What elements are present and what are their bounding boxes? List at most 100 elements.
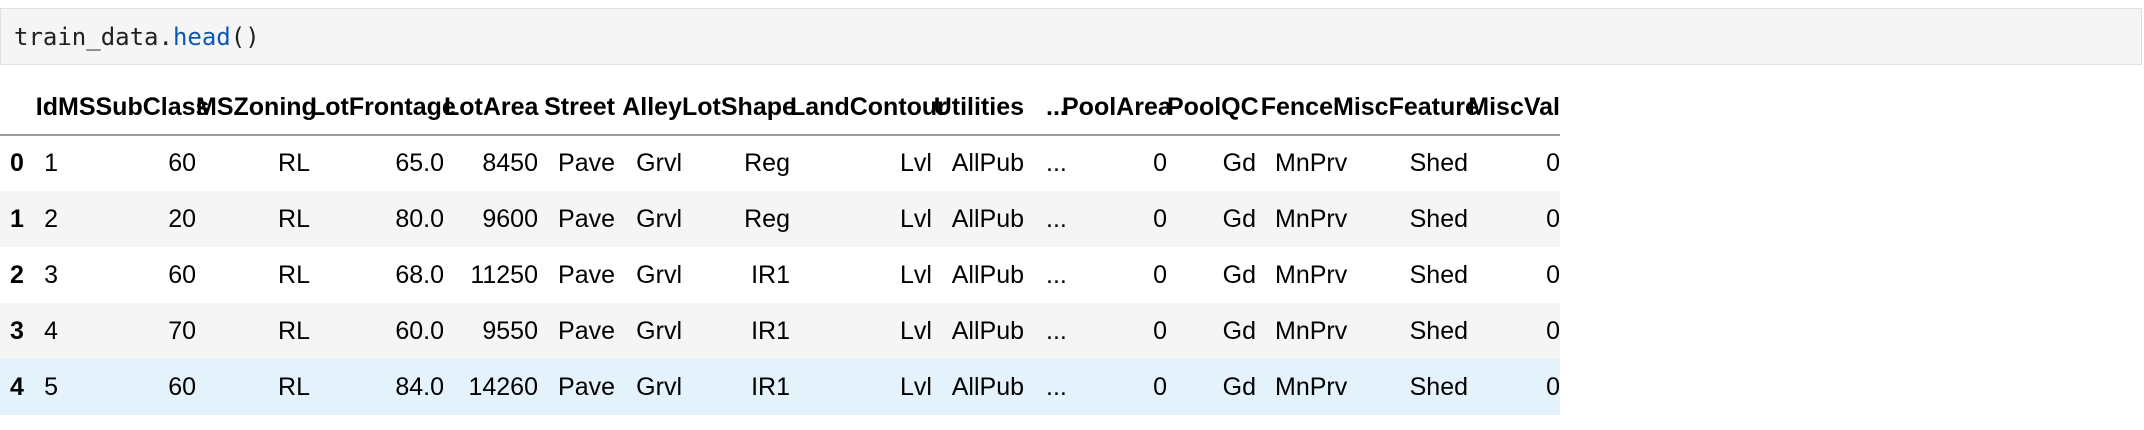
table-row: 0 1 60 RL 65.0 8450 Pave Grvl Reg Lvl AllPub... 0 Gd… <box>0 135 1560 191</box>
dataframe-table: Id MSSubClass MSZoning LotFrontage LotArea St… <box>0 80 1560 415</box>
table-cell: ... <box>1046 149 1067 177</box>
table-cell: RL <box>278 372 310 401</box>
table-cell: Lvl <box>900 204 932 233</box>
table-cell: 11250 <box>470 260 538 289</box>
table-cell: 0 <box>1546 372 1560 401</box>
table-cell: 60 <box>168 372 196 401</box>
table-cell: ... <box>1046 316 1067 345</box>
table-cell: Gd <box>1222 316 1256 345</box>
table-cell: Lvl <box>900 316 932 345</box>
table-cell: 0 <box>1153 260 1167 289</box>
table-cell: 70 <box>168 316 196 345</box>
table-cell: Lvl <box>900 372 932 401</box>
table-cell: Gd <box>1222 260 1256 289</box>
row-index: 0 <box>10 149 24 177</box>
table-cell: Shed <box>1409 316 1468 345</box>
table-cell: ... <box>1046 260 1067 289</box>
table-cell: 5 <box>44 372 58 401</box>
column-header-lotshape: LotShape <box>682 80 796 136</box>
code-cell-input[interactable]: train_data.head() <box>0 8 2142 65</box>
table-cell: IR1 <box>751 316 790 345</box>
table-cell: Grvl <box>636 149 682 177</box>
table-row: 4 5 60 RL 84.0 14260 Pave Grvl IR1 Lvl AllPub... 0 G… <box>0 359 1560 415</box>
table-cell: 2 <box>44 204 58 233</box>
table-cell: Shed <box>1409 149 1468 177</box>
table-cell: IR1 <box>751 372 790 401</box>
table-cell: 60 <box>168 260 196 289</box>
table-cell: 0 <box>1153 372 1167 401</box>
code-method: head <box>172 23 231 51</box>
table-cell: 9550 <box>482 316 538 345</box>
code-object: train_data. <box>14 23 173 51</box>
row-index: 1 <box>10 204 24 233</box>
table-cell: Lvl <box>900 149 932 177</box>
table-cell: Reg <box>744 149 790 177</box>
column-header-id: Id <box>22 80 58 136</box>
row-index: 2 <box>10 260 24 289</box>
column-header-miscval: MiscVal <box>1468 80 1560 136</box>
table-cell: MnPrv <box>1275 204 1348 233</box>
table-cell: Gd <box>1222 372 1256 401</box>
table-row: 1 2 20 RL 80.0 9600 Pave Grvl Reg Lvl AllPub... 0 Gd… <box>0 191 1560 247</box>
column-header-poolqc: PoolQC <box>1167 80 1259 136</box>
table-cell: ... <box>1046 372 1067 401</box>
table-cell: 9600 <box>482 204 538 233</box>
column-header-lotfrontage: LotFrontage <box>310 80 456 136</box>
table-cell: MnPrv <box>1275 372 1348 401</box>
table-cell: AllPub <box>951 372 1024 401</box>
column-header-alley: Alley <box>615 80 682 136</box>
table-row: 3 4 70 RL 60.0 9550 Pave Grvl IR1 Lvl AllPub... 0 Gd… <box>0 303 1560 359</box>
table-cell: 1 <box>44 149 58 177</box>
table-cell: Reg <box>744 204 790 233</box>
table-cell: Shed <box>1409 260 1468 289</box>
table-cell: 0 <box>1546 260 1560 289</box>
table-cell: Grvl <box>636 372 682 401</box>
table-cell: 4 <box>44 316 58 345</box>
table-cell: 14260 <box>468 372 538 401</box>
table-cell: 3 <box>44 260 58 289</box>
table-cell: 0 <box>1546 149 1560 177</box>
table-cell: 80.0 <box>395 204 444 233</box>
table-cell: Grvl <box>636 260 682 289</box>
table-cell: 60 <box>168 149 196 177</box>
table-cell: AllPub <box>951 316 1024 345</box>
table-cell: MnPrv <box>1275 149 1348 177</box>
column-header-utilities: Utilities <box>932 80 1024 136</box>
column-header-miscfeature: MiscFeature <box>1333 80 1479 136</box>
dataframe-output: Id MSSubClass MSZoning LotFrontage LotArea St… <box>0 80 2144 415</box>
column-header-fence: Fence <box>1256 80 1333 136</box>
table-cell: Gd <box>1222 149 1256 177</box>
column-header-poolarea: PoolArea <box>1062 80 1172 136</box>
table-cell: Shed <box>1409 204 1468 233</box>
table-cell: RL <box>278 260 310 289</box>
table-cell: AllPub <box>951 204 1024 233</box>
table-header-row: Id MSSubClass MSZoning LotFrontage LotArea St… <box>0 80 1560 136</box>
table-cell: IR1 <box>751 260 790 289</box>
table-cell: MnPrv <box>1275 316 1348 345</box>
table-body: 0 1 60 RL 65.0 8450 Pave Grvl Reg Lvl AllPub... 0 Gd… <box>0 135 1560 415</box>
column-header-mssubclass: MSSubClass <box>58 80 209 136</box>
table-row: 2 3 60 RL 68.0 11250 Pave Grvl IR1 Lvl AllPub... 0 G… <box>0 247 1560 303</box>
table-cell: 68.0 <box>395 260 444 289</box>
table-cell: 60.0 <box>395 316 444 345</box>
table-cell: 0 <box>1546 316 1560 345</box>
table-cell: 0 <box>1546 204 1560 233</box>
table-cell: RL <box>278 204 310 233</box>
table-cell: 84.0 <box>395 372 444 401</box>
table-cell: RL <box>278 149 310 177</box>
row-index: 4 <box>10 372 24 401</box>
table-cell: MnPrv <box>1275 260 1348 289</box>
column-header-mszoning: MSZoning <box>196 80 317 136</box>
column-header-street: Street <box>538 80 615 136</box>
table-cell: Grvl <box>636 316 682 345</box>
table-cell: Gd <box>1222 204 1256 233</box>
code-line: train_data.head() <box>14 25 260 49</box>
table-cell: AllPub <box>951 260 1024 289</box>
table-cell: 20 <box>168 204 196 233</box>
code-parens: () <box>230 23 260 51</box>
table-cell: Lvl <box>900 260 932 289</box>
table-cell: 0 <box>1153 149 1167 177</box>
table-cell: ... <box>1046 204 1067 233</box>
table-cell: 0 <box>1153 316 1167 345</box>
table-cell: RL <box>278 316 310 345</box>
